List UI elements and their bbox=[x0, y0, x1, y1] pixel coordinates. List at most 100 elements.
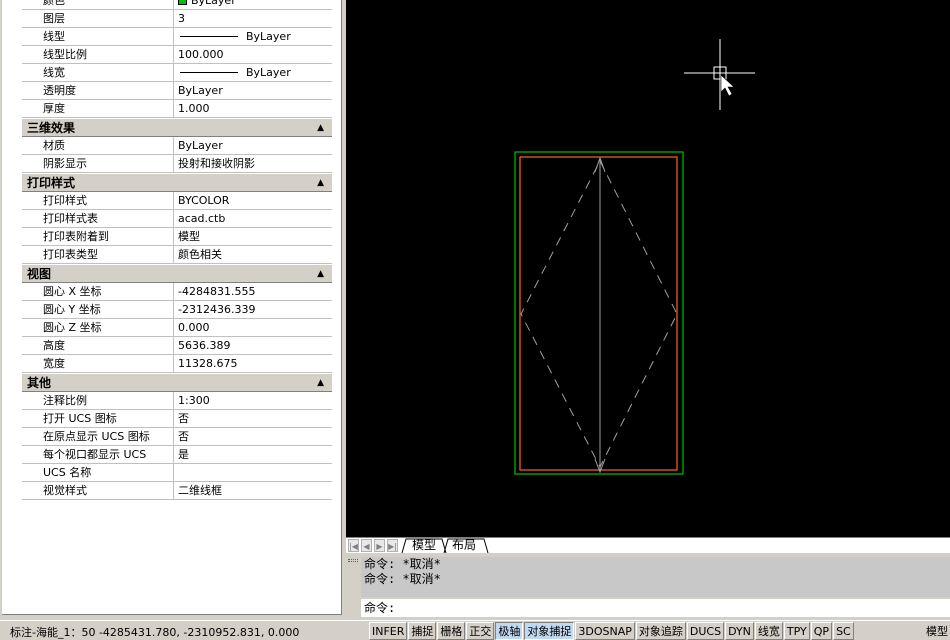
section-header[interactable]: 三维效果 ▲ bbox=[22, 118, 332, 137]
first-tab-icon[interactable]: |◀ bbox=[348, 539, 359, 552]
property-value[interactable]: 1.000 bbox=[174, 100, 332, 117]
collapse-icon[interactable]: ▲ bbox=[317, 269, 324, 279]
toggle-button[interactable]: INFER bbox=[369, 622, 408, 640]
prev-tab-icon[interactable]: ◀ bbox=[361, 539, 372, 552]
property-row[interactable]: 宽度 11328.675 bbox=[22, 355, 332, 373]
toggle-button[interactable]: 正交 bbox=[466, 622, 495, 640]
property-value[interactable]: 否 bbox=[174, 428, 332, 445]
property-value-text: 否 bbox=[178, 412, 189, 425]
section-header[interactable]: 其他 ▲ bbox=[22, 373, 332, 392]
properties-palette: 颜色 ByLayer 图层 3 线型 ByLayer 线型比例 100.000 线宽 ByLaye… bbox=[0, 0, 344, 618]
property-value-text: -4284831.555 bbox=[178, 285, 256, 298]
property-value[interactable]: acad.ctb bbox=[174, 210, 332, 227]
toggle-button[interactable]: 栅格 bbox=[437, 622, 466, 640]
drawing-canvas[interactable] bbox=[346, 0, 950, 537]
collapse-icon[interactable]: ▲ bbox=[317, 378, 324, 388]
property-name: 圆心 X 坐标 bbox=[22, 283, 174, 300]
property-value[interactable]: -2312436.339 bbox=[174, 301, 332, 318]
property-value[interactable]: 是 bbox=[174, 446, 332, 463]
property-row[interactable]: 透明度 ByLayer bbox=[22, 82, 332, 100]
next-tab-icon[interactable]: ▶ bbox=[374, 539, 385, 552]
property-value[interactable]: 否 bbox=[174, 410, 332, 427]
property-value[interactable]: 5636.389 bbox=[174, 337, 332, 354]
property-row[interactable]: 圆心 X 坐标 -4284831.555 bbox=[22, 283, 332, 301]
layout-tab-bar: |◀ ◀ ▶ ▶| 模型 布局 bbox=[346, 537, 950, 554]
property-value-text: ByLayer bbox=[246, 66, 291, 79]
property-value[interactable]: 投射和接收阴影 bbox=[174, 155, 332, 172]
property-name: 圆心 Y 坐标 bbox=[22, 301, 174, 318]
property-value-text: 投射和接收阴影 bbox=[178, 157, 255, 170]
property-value[interactable]: 颜色相关 bbox=[174, 246, 332, 263]
property-row[interactable]: 注释比例 1:300 bbox=[22, 392, 332, 410]
drag-grip-icon[interactable] bbox=[348, 559, 358, 562]
properties-list[interactable]: 颜色 ByLayer 图层 3 线型 ByLayer 线型比例 100.000 线宽 ByLaye… bbox=[2, 0, 342, 615]
toggle-button[interactable]: DYN bbox=[725, 622, 754, 640]
property-name: 在原点显示 UCS 图标 bbox=[22, 428, 174, 445]
toggle-button[interactable]: 极轴 bbox=[495, 622, 524, 640]
property-value[interactable]: ByLayer bbox=[174, 82, 332, 99]
collapse-icon[interactable]: ▲ bbox=[317, 123, 324, 133]
property-row[interactable]: 视觉样式 二维线框 bbox=[22, 482, 332, 500]
section-header[interactable]: 打印样式 ▲ bbox=[22, 173, 332, 192]
toggle-button[interactable]: 对象捕捉 bbox=[524, 622, 575, 640]
property-value[interactable]: 0.000 bbox=[174, 319, 332, 336]
tab-layout[interactable]: 布局 bbox=[444, 538, 484, 553]
tab-model[interactable]: 模型 bbox=[404, 538, 445, 553]
property-value[interactable]: 模型 bbox=[174, 228, 332, 245]
collapse-icon[interactable]: ▲ bbox=[317, 178, 324, 188]
property-row[interactable]: 打印表附着到 模型 bbox=[22, 228, 332, 246]
toggle-button[interactable]: 线宽 bbox=[754, 622, 783, 640]
property-row[interactable]: 圆心 Z 坐标 0.000 bbox=[22, 319, 332, 337]
toggle-button[interactable]: 3DOSNAP bbox=[575, 622, 635, 640]
toggle-button[interactable]: QP bbox=[810, 622, 833, 640]
property-row[interactable]: UCS 名称 bbox=[22, 464, 332, 482]
property-value[interactable]: BYCOLOR bbox=[174, 192, 332, 209]
property-row[interactable]: 材质 ByLayer bbox=[22, 137, 332, 155]
property-value-text: 1:300 bbox=[178, 394, 210, 407]
inner-rectangle[interactable] bbox=[519, 156, 678, 471]
property-value[interactable]: -4284831.555 bbox=[174, 283, 332, 300]
property-row[interactable]: 在原点显示 UCS 图标否 bbox=[22, 428, 332, 446]
property-name: 宽度 bbox=[22, 355, 174, 372]
toggle-button[interactable]: SC bbox=[833, 622, 854, 640]
property-value[interactable]: 11328.675 bbox=[174, 355, 332, 372]
property-name: 打印表类型 bbox=[22, 246, 174, 263]
property-row[interactable]: 图层 3 bbox=[22, 10, 332, 28]
coordinate-readout[interactable]: 标注-海能_1：50 -4285431.780, -2310952.831, 0… bbox=[10, 624, 299, 640]
property-row[interactable]: 打开 UCS 图标否 bbox=[22, 410, 332, 428]
property-row[interactable]: 每个视口都显示 UCS 是 bbox=[22, 446, 332, 464]
toggle-button[interactable]: 捕捉 bbox=[408, 622, 437, 640]
property-value[interactable]: ByLayer bbox=[174, 64, 332, 81]
property-row[interactable]: 线宽 ByLayer bbox=[22, 64, 332, 82]
property-row[interactable]: 颜色 ByLayer bbox=[22, 0, 332, 10]
property-row[interactable]: 线型 ByLayer bbox=[22, 28, 332, 46]
property-row[interactable]: 高度 5636.389 bbox=[22, 337, 332, 355]
toggle-button[interactable]: 对象追踪 bbox=[635, 622, 686, 640]
property-value[interactable]: 二维线框 bbox=[174, 482, 332, 499]
property-row[interactable]: 线型比例 100.000 bbox=[22, 46, 332, 64]
outer-rectangle[interactable] bbox=[514, 151, 684, 475]
property-value[interactable]: 1:300 bbox=[174, 392, 332, 409]
property-value[interactable]: 3 bbox=[174, 10, 332, 27]
command-input[interactable]: 命令: bbox=[361, 599, 950, 617]
property-value[interactable]: 100.000 bbox=[174, 46, 332, 63]
toggle-button[interactable]: DUCS bbox=[686, 622, 725, 640]
space-indicator[interactable]: 模型 bbox=[926, 623, 948, 639]
property-row[interactable]: 厚度 1.000 bbox=[22, 100, 332, 118]
section-header[interactable]: 视图 ▲ bbox=[22, 264, 332, 283]
toggle-button[interactable]: TPY bbox=[783, 622, 810, 640]
property-value[interactable]: ByLayer bbox=[174, 137, 332, 154]
property-row[interactable]: 打印样式表 acad.ctb bbox=[22, 210, 332, 228]
property-value-text: 1.000 bbox=[178, 102, 210, 115]
property-row[interactable]: 打印表类型 颜色相关 bbox=[22, 246, 332, 264]
property-row[interactable]: 圆心 Y 坐标 -2312436.339 bbox=[22, 301, 332, 319]
property-name: 材质 bbox=[22, 137, 174, 154]
property-row[interactable]: 阴影显示 投射和接收阴影 bbox=[22, 155, 332, 173]
dashed-diamond[interactable] bbox=[520, 159, 678, 469]
pointer-arrow-icon bbox=[720, 74, 735, 97]
property-value[interactable]: ByLayer bbox=[174, 28, 332, 45]
last-tab-icon[interactable]: ▶| bbox=[387, 539, 398, 552]
property-value[interactable]: ByLayer bbox=[174, 0, 332, 9]
property-value[interactable] bbox=[174, 464, 332, 481]
property-row[interactable]: 打印样式 BYCOLOR bbox=[22, 192, 332, 210]
